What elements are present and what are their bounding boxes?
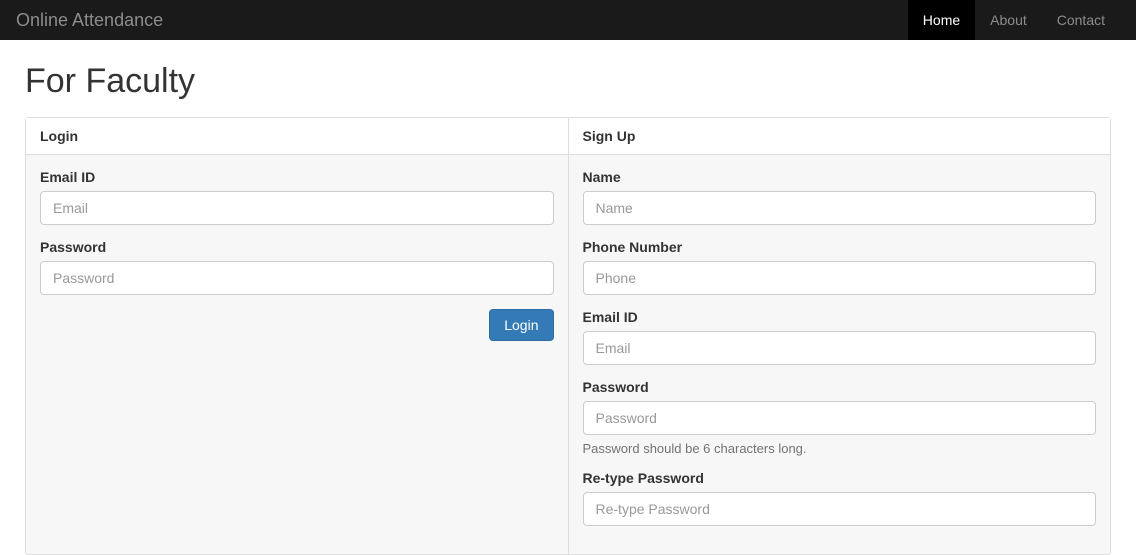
page-title: For Faculty (25, 62, 1111, 101)
login-header: Login (26, 118, 568, 155)
login-email-label: Email ID (40, 169, 554, 185)
navbar-nav: Home About Contact (908, 0, 1120, 40)
signup-retype-input[interactable] (583, 492, 1097, 526)
login-password-input[interactable] (40, 261, 554, 295)
login-button[interactable]: Login (489, 309, 553, 341)
signup-name-input[interactable] (583, 191, 1097, 225)
signup-retype-group: Re-type Password (583, 470, 1097, 526)
signup-phone-label: Phone Number (583, 239, 1097, 255)
signup-password-input[interactable] (583, 401, 1097, 435)
main-container: For Faculty Login Email ID Password Logi… (13, 62, 1123, 555)
signup-header: Sign Up (569, 118, 1111, 155)
signup-phone-group: Phone Number (583, 239, 1097, 295)
signup-email-label: Email ID (583, 309, 1097, 325)
nav-item-about[interactable]: About (975, 0, 1042, 40)
signup-password-label: Password (583, 379, 1097, 395)
signup-password-help: Password should be 6 characters long. (583, 441, 1097, 456)
login-email-input[interactable] (40, 191, 554, 225)
login-body: Email ID Password Login (26, 155, 568, 355)
navbar-brand[interactable]: Online Attendance (16, 10, 163, 31)
login-panel: Login Email ID Password Login (26, 118, 569, 554)
login-password-group: Password (40, 239, 554, 295)
panels: Login Email ID Password Login Sign Up (25, 117, 1111, 555)
signup-body: Name Phone Number Email ID Password Pass… (569, 155, 1111, 554)
login-password-label: Password (40, 239, 554, 255)
signup-phone-input[interactable] (583, 261, 1097, 295)
navbar: Online Attendance Home About Contact (0, 0, 1136, 40)
signup-email-group: Email ID (583, 309, 1097, 365)
signup-name-label: Name (583, 169, 1097, 185)
nav-item-home[interactable]: Home (908, 0, 975, 40)
nav-item-contact[interactable]: Contact (1042, 0, 1120, 40)
login-email-group: Email ID (40, 169, 554, 225)
signup-password-group: Password Password should be 6 characters… (583, 379, 1097, 456)
signup-retype-label: Re-type Password (583, 470, 1097, 486)
signup-panel: Sign Up Name Phone Number Email ID Passw… (569, 118, 1111, 554)
signup-email-input[interactable] (583, 331, 1097, 365)
login-button-row: Login (40, 309, 554, 341)
signup-name-group: Name (583, 169, 1097, 225)
